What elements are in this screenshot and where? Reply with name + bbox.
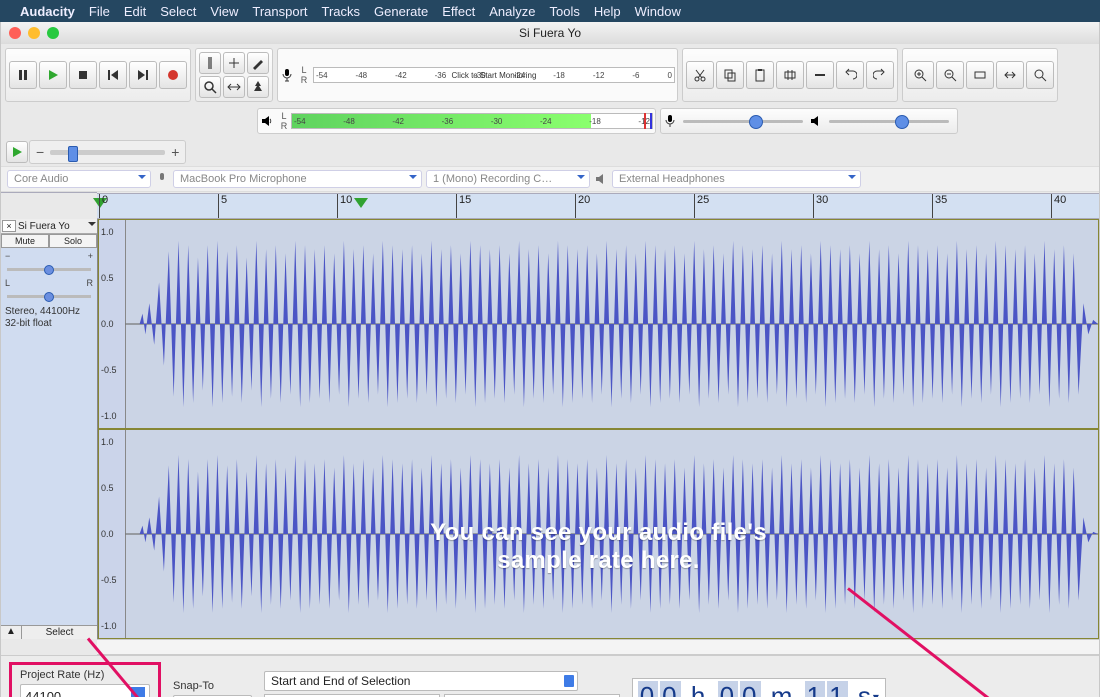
- envelope-tool[interactable]: [223, 52, 245, 74]
- titlebar: Si Fuera Yo: [1, 22, 1099, 44]
- waveform-left[interactable]: 1.0 0.5 0.0 -0.5 -1.0: [98, 219, 1099, 429]
- selection-range-box: Start and End of Selection 00h00m00.000s…: [264, 671, 620, 697]
- menu-tracks[interactable]: Tracks: [322, 4, 361, 19]
- skip-start-button[interactable]: [99, 61, 127, 89]
- paste-button[interactable]: [746, 61, 774, 89]
- zoom-toolbar: [902, 48, 1058, 102]
- stop-button[interactable]: [69, 61, 97, 89]
- track-menu-dropdown[interactable]: [88, 222, 96, 230]
- toolbar-row-1: L R -54-48-42-36-30-24-18-12-60 Click to…: [1, 44, 1099, 106]
- menu-window[interactable]: Window: [635, 4, 681, 19]
- rec-meter-bar[interactable]: -54-48-42-36-30-24-18-12-60 Click to Sta…: [313, 67, 675, 83]
- input-channels-select[interactable]: 1 (Mono) Recording C…: [426, 170, 590, 188]
- rec-meter-hint: Click to Start Monitoring: [314, 68, 674, 82]
- speaker-icon: [594, 172, 608, 186]
- track-name[interactable]: Si Fuera Yo: [18, 221, 86, 232]
- track-pan-slider[interactable]: [7, 295, 91, 298]
- input-device-select[interactable]: MacBook Pro Microphone: [173, 170, 422, 188]
- trim-button[interactable]: [776, 61, 804, 89]
- transport-toolbar: [5, 48, 191, 102]
- menu-help[interactable]: Help: [594, 4, 621, 19]
- toolbar-row-1b: L R -54-48-42-36-30-24-18-12: [1, 106, 1099, 138]
- fit-project-button[interactable]: [996, 61, 1024, 89]
- timeline-ruler[interactable]: 0 5 10 15 20 25 30 35 40: [97, 193, 1099, 219]
- speaker-icon: [260, 114, 274, 128]
- tools-toolbar: [195, 48, 273, 102]
- recording-meter[interactable]: L R -54-48-42-36-30-24-18-12-60 Click to…: [277, 48, 678, 102]
- fit-selection-button[interactable]: [966, 61, 994, 89]
- menu-generate[interactable]: Generate: [374, 4, 428, 19]
- playback-speed-slider[interactable]: − +: [29, 140, 186, 164]
- zoom-toggle-button[interactable]: [1026, 61, 1054, 89]
- menu-analyze[interactable]: Analyze: [489, 4, 535, 19]
- track-collapse-button[interactable]: ▲: [1, 626, 22, 639]
- track-format-info: Stereo, 44100Hz 32-bit float: [1, 302, 97, 334]
- solo-button[interactable]: Solo: [49, 234, 97, 248]
- device-toolbar: Core Audio MacBook Pro Microphone 1 (Mon…: [1, 166, 1099, 192]
- track-select-button[interactable]: Select: [22, 626, 97, 639]
- track-control-panel: × Si Fuera Yo Mute Solo −+ LR Stereo, 44…: [1, 219, 98, 639]
- toolbar-row-2: − +: [1, 138, 1099, 166]
- waveform-svg: [125, 220, 1098, 428]
- speaker-icon: [809, 114, 823, 128]
- menu-select[interactable]: Select: [160, 4, 196, 19]
- audio-host-select[interactable]: Core Audio: [7, 170, 151, 188]
- audacity-window: Si Fuera Yo: [0, 22, 1100, 697]
- annotation-text: You can see your audio file's sample rat…: [98, 519, 1099, 575]
- multi-tool[interactable]: [247, 76, 269, 98]
- zoom-out-button[interactable]: [936, 61, 964, 89]
- menu-view[interactable]: View: [210, 4, 238, 19]
- cut-button[interactable]: [686, 61, 714, 89]
- playhead-marker[interactable]: [354, 198, 368, 215]
- track-gain-slider[interactable]: [7, 268, 91, 271]
- mixer-toolbar: [660, 108, 958, 134]
- waveform-area[interactable]: 1.0 0.5 0.0 -0.5 -1.0 1.0 0.5 0.0 -0.5: [98, 219, 1099, 639]
- amplitude-axis: 1.0 0.5 0.0 -0.5 -1.0: [99, 220, 126, 428]
- undo-button[interactable]: [836, 61, 864, 89]
- play-button[interactable]: [39, 61, 67, 89]
- project-rate-box: Project Rate (Hz) 44100: [9, 662, 161, 697]
- menu-transport[interactable]: Transport: [252, 4, 307, 19]
- microphone-icon: [280, 68, 294, 82]
- project-rate-label: Project Rate (Hz): [20, 669, 150, 681]
- output-device-select[interactable]: External Headphones: [612, 170, 861, 188]
- window-title: Si Fuera Yo: [1, 26, 1099, 40]
- redo-button[interactable]: [866, 61, 894, 89]
- rec-volume-slider[interactable]: [683, 112, 803, 130]
- selection-toolbar: Project Rate (Hz) 44100 Snap-To Off Star…: [1, 655, 1099, 697]
- microphone-icon: [663, 114, 677, 128]
- mute-button[interactable]: Mute: [1, 234, 49, 248]
- microphone-icon: [155, 172, 169, 186]
- app-name[interactable]: Audacity: [20, 4, 75, 19]
- zoom-tool[interactable]: [199, 76, 221, 98]
- snap-to-box: Snap-To Off: [173, 680, 252, 697]
- draw-tool[interactable]: [247, 52, 269, 74]
- playback-meter[interactable]: L R -54-48-42-36-30-24-18-12: [257, 108, 656, 134]
- selection-tool[interactable]: [199, 52, 221, 74]
- tracks-area: × Si Fuera Yo Mute Solo −+ LR Stereo, 44…: [1, 219, 1099, 639]
- play-meter-bar[interactable]: -54-48-42-36-30-24-18-12: [291, 113, 653, 129]
- pause-button[interactable]: [9, 61, 37, 89]
- play-volume-slider[interactable]: [829, 112, 949, 130]
- edit-toolbar: [682, 48, 898, 102]
- meter-l: L: [297, 65, 311, 75]
- skip-end-button[interactable]: [129, 61, 157, 89]
- timeshift-tool[interactable]: [223, 76, 245, 98]
- meter-r: R: [297, 75, 311, 85]
- macos-menubar: Audacity File Edit Select View Transport…: [0, 0, 1100, 22]
- selection-mode-select[interactable]: Start and End of Selection: [264, 671, 578, 691]
- copy-button[interactable]: [716, 61, 744, 89]
- record-button[interactable]: [159, 61, 187, 89]
- menu-tools[interactable]: Tools: [550, 4, 580, 19]
- horizontal-scrollbar[interactable]: [97, 639, 1099, 655]
- menu-effect[interactable]: Effect: [442, 4, 475, 19]
- track-close-button[interactable]: ×: [2, 220, 16, 232]
- menu-edit[interactable]: Edit: [124, 4, 146, 19]
- silence-button[interactable]: [806, 61, 834, 89]
- play-at-speed-button[interactable]: [6, 141, 28, 163]
- audio-position-time[interactable]: 00 h 00 m 11 s▾: [632, 678, 886, 697]
- zoom-in-button[interactable]: [906, 61, 934, 89]
- menu-file[interactable]: File: [89, 4, 110, 19]
